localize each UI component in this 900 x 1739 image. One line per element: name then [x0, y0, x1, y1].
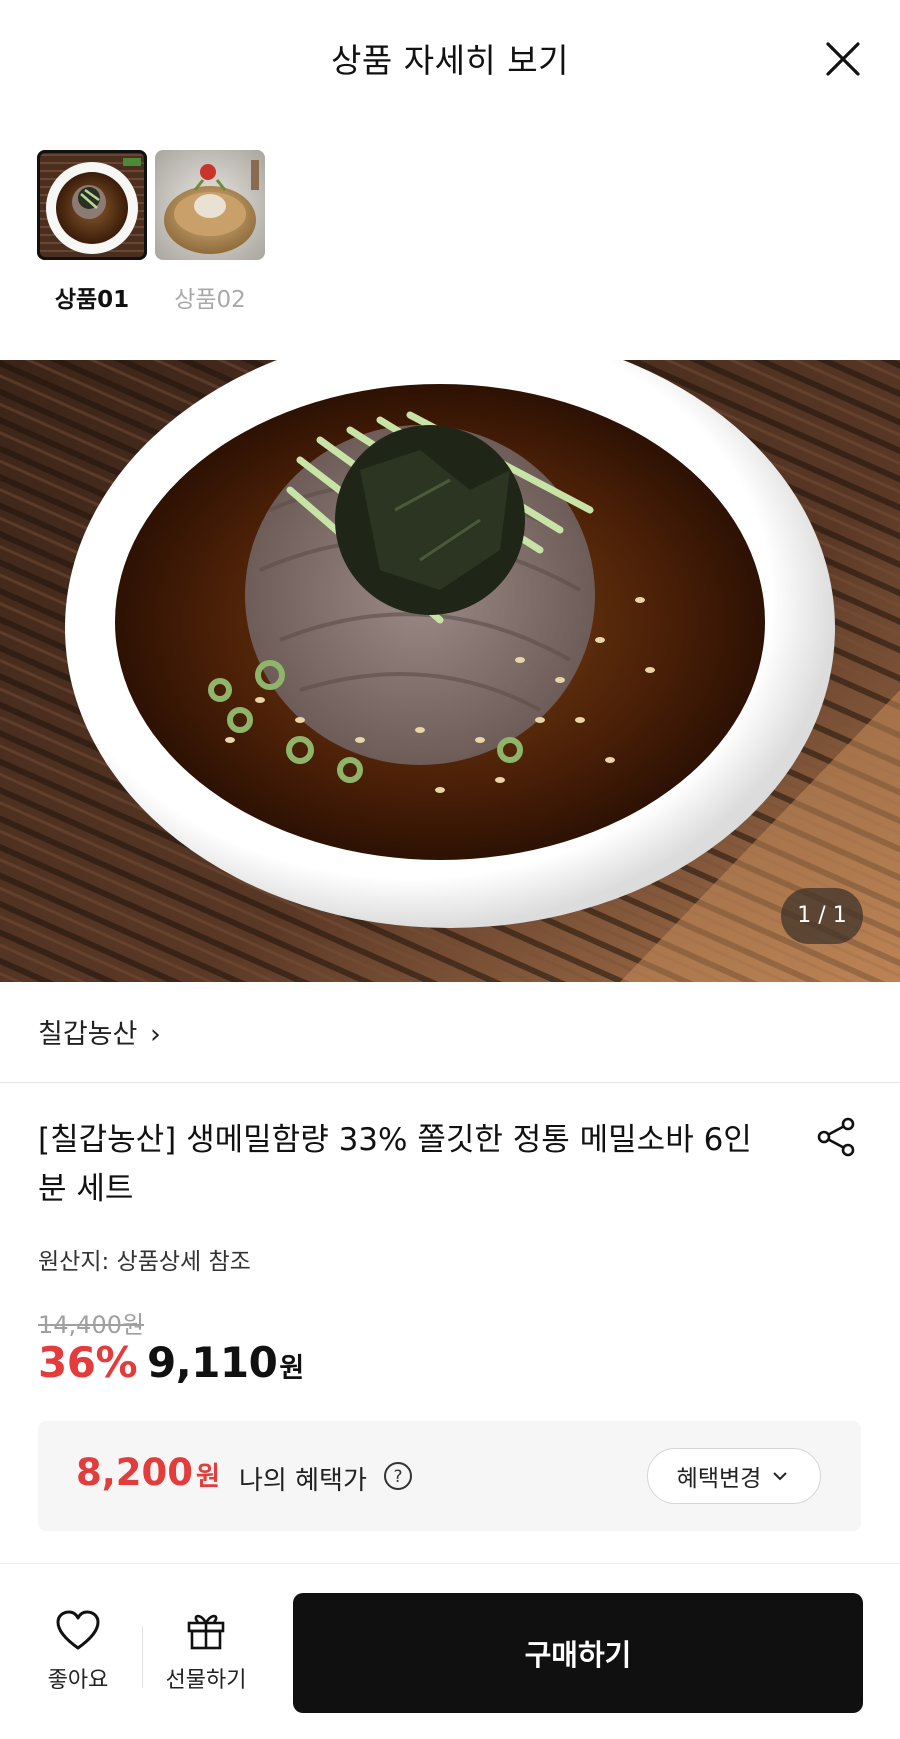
- product-photo: [0, 360, 900, 982]
- close-icon: [826, 42, 860, 76]
- change-benefit-label: 혜택변경: [676, 1466, 762, 1492]
- sale-price: 9,110: [147, 1338, 278, 1387]
- thumbnail-product-02[interactable]: [155, 150, 265, 260]
- benefit-box: 8,200 원 나의 혜택가 ? 혜택변경: [38, 1421, 861, 1531]
- benefit-price: 8,200 원: [76, 1451, 220, 1494]
- product-title: [칠갑농산] 생메밀함량 33% 쫄깃한 정통 메밀소바 6인분 세트: [38, 1122, 752, 1207]
- help-icon[interactable]: ?: [383, 1461, 413, 1491]
- benefit-price-value: 8,200: [76, 1451, 194, 1494]
- gift-icon: [187, 1614, 225, 1650]
- chevron-down-icon: [773, 1472, 788, 1481]
- original-price: 14,400원: [38, 1311, 145, 1339]
- divider: [142, 1626, 143, 1688]
- gift-label: 선물하기: [165, 1668, 247, 1693]
- close-button[interactable]: [820, 36, 866, 82]
- chevron-right-icon: ›: [149, 1019, 161, 1050]
- price-row: 36% 9,110 원: [38, 1338, 304, 1387]
- benefit-label: 나의 혜택가: [239, 1466, 367, 1496]
- seller-name: 칠갑농산: [38, 1019, 138, 1050]
- image-counter: 1 / 1: [781, 888, 863, 944]
- thumbnail-product-01[interactable]: [37, 150, 147, 260]
- like-button[interactable]: 좋아요: [30, 1608, 126, 1718]
- product-image[interactable]: [0, 360, 900, 982]
- divider: [0, 1082, 900, 1083]
- change-benefit-button[interactable]: 혜택변경: [647, 1448, 821, 1504]
- thumbnail-image-01: [37, 150, 147, 260]
- share-icon: [817, 1117, 855, 1157]
- share-button[interactable]: [814, 1115, 858, 1159]
- header: 상품 자세히 보기: [0, 0, 900, 115]
- bottom-bar: 좋아요 선물하기 구매하기: [0, 1563, 900, 1739]
- page-title: 상품 자세히 보기: [331, 41, 569, 80]
- thumbnail-image-02: [155, 150, 265, 260]
- thumbnail-label-02[interactable]: 상품02: [150, 280, 270, 314]
- benefit-price-unit: 원: [196, 1462, 220, 1492]
- origin-info: 원산지: 상품상세 참조: [38, 1249, 251, 1275]
- discount-rate: 36%: [38, 1338, 138, 1387]
- seller-link[interactable]: 칠갑농산 ›: [38, 1012, 161, 1051]
- like-label: 좋아요: [47, 1668, 109, 1693]
- heart-icon: [56, 1610, 100, 1650]
- gift-button[interactable]: 선물하기: [150, 1608, 262, 1718]
- svg-text:?: ?: [393, 1467, 402, 1487]
- price-unit: 원: [279, 1353, 305, 1384]
- thumbnail-label-01[interactable]: 상품01: [32, 280, 152, 314]
- buy-button[interactable]: 구매하기: [293, 1593, 863, 1713]
